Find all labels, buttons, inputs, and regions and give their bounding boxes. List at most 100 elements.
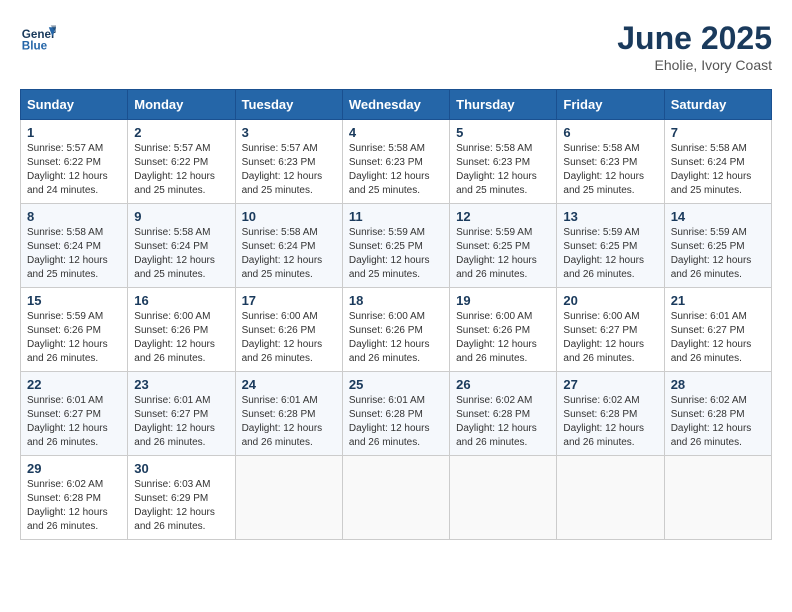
weekday-monday: Monday xyxy=(128,90,235,120)
day-number: 20 xyxy=(563,293,657,308)
calendar-cell xyxy=(342,456,449,540)
day-info: Sunrise: 5:58 AM Sunset: 6:24 PM Dayligh… xyxy=(134,226,228,282)
day-number: 21 xyxy=(671,293,765,308)
logo: General Blue xyxy=(20,20,56,56)
day-number: 25 xyxy=(349,377,443,392)
day-number: 12 xyxy=(456,209,550,224)
calendar-cell: 13 Sunrise: 5:59 AM Sunset: 6:25 PM Dayli… xyxy=(557,204,664,288)
day-number: 4 xyxy=(349,125,443,140)
day-info: Sunrise: 6:02 AM Sunset: 6:28 PM Dayligh… xyxy=(27,478,121,534)
weekday-saturday: Saturday xyxy=(664,90,771,120)
day-info: Sunrise: 6:00 AM Sunset: 6:26 PM Dayligh… xyxy=(349,310,443,366)
calendar-cell: 9Sunrise: 5:58 AM Sunset: 6:24 PM Daylig… xyxy=(128,204,235,288)
day-info: Sunrise: 5:58 AM Sunset: 6:24 PM Dayligh… xyxy=(242,226,336,282)
day-info: Sunrise: 6:00 AM Sunset: 6:26 PM Dayligh… xyxy=(134,310,228,366)
day-info: Sunrise: 5:57 AM Sunset: 6:23 PM Dayligh… xyxy=(242,142,336,198)
month-title: June 2025 xyxy=(617,20,772,57)
day-info: Sunrise: 5:58 AM Sunset: 6:23 PM Dayligh… xyxy=(563,142,657,198)
day-number: 29 xyxy=(27,461,121,476)
day-info: Sunrise: 6:01 AM Sunset: 6:27 PM Dayligh… xyxy=(134,394,228,450)
location: Eholie, Ivory Coast xyxy=(617,57,772,73)
day-number: 11 xyxy=(349,209,443,224)
day-info: Sunrise: 5:59 AM Sunset: 6:25 PM Dayligh… xyxy=(563,226,657,282)
day-info: Sunrise: 6:02 AM Sunset: 6:28 PM Dayligh… xyxy=(671,394,765,450)
calendar-cell: 19 Sunrise: 6:00 AM Sunset: 6:26 PM Dayli… xyxy=(450,288,557,372)
day-info: Sunrise: 5:59 AM Sunset: 6:26 PM Dayligh… xyxy=(27,310,121,366)
calendar-cell: 8Sunrise: 5:58 AM Sunset: 6:24 PM Daylig… xyxy=(21,204,128,288)
day-number: 6 xyxy=(563,125,657,140)
day-info: Sunrise: 6:01 AM Sunset: 6:27 PM Dayligh… xyxy=(27,394,121,450)
calendar-cell: 7Sunrise: 5:58 AM Sunset: 6:24 PM Daylig… xyxy=(664,120,771,204)
day-info: Sunrise: 5:58 AM Sunset: 6:23 PM Dayligh… xyxy=(349,142,443,198)
weekday-wednesday: Wednesday xyxy=(342,90,449,120)
svg-text:Blue: Blue xyxy=(22,40,48,53)
calendar-cell: 27Sunrise: 6:02 AM Sunset: 6:28 PM Dayli… xyxy=(557,372,664,456)
calendar-cell: 4 Sunrise: 5:58 AM Sunset: 6:23 PM Daylig… xyxy=(342,120,449,204)
calendar-cell: 15 Sunrise: 5:59 AM Sunset: 6:26 PM Dayli… xyxy=(21,288,128,372)
calendar-week-2: 8 Sunrise: 5:58 AM Sunset: 6:24 PM Daylig… xyxy=(21,204,772,288)
calendar-cell: 28 Sunrise: 6:02 AM Sunset: 6:28 PM Dayli… xyxy=(664,372,771,456)
day-number: 18 xyxy=(349,293,443,308)
calendar-table: SundayMondayTuesdayWednesdayThursdayFrid… xyxy=(20,89,772,540)
day-info: Sunrise: 5:59 AM Sunset: 6:25 PM Dayligh… xyxy=(349,226,443,282)
day-number: 30 xyxy=(134,461,228,476)
weekday-friday: Friday xyxy=(557,90,664,120)
calendar-cell: 21 Sunrise: 6:01 AM Sunset: 6:27 PM Dayli… xyxy=(664,288,771,372)
calendar-cell xyxy=(450,456,557,540)
calendar-cell: 25Sunrise: 6:01 AM Sunset: 6:28 PM Dayli… xyxy=(342,372,449,456)
day-number: 1 xyxy=(27,125,121,140)
weekday-sunday: Sunday xyxy=(21,90,128,120)
day-number: 8 xyxy=(27,209,121,224)
calendar-cell: 11 Sunrise: 5:59 AM Sunset: 6:25 PM Dayli… xyxy=(342,204,449,288)
day-info: Sunrise: 5:59 AM Sunset: 6:25 PM Dayligh… xyxy=(456,226,550,282)
day-number: 28 xyxy=(671,377,765,392)
calendar-cell xyxy=(557,456,664,540)
day-info: Sunrise: 5:59 AM Sunset: 6:25 PM Dayligh… xyxy=(671,226,765,282)
calendar-week-4: 22 Sunrise: 6:01 AM Sunset: 6:27 PM Dayli… xyxy=(21,372,772,456)
weekday-header-row: SundayMondayTuesdayWednesdayThursdayFrid… xyxy=(21,90,772,120)
calendar-cell: 26 Sunrise: 6:02 AM Sunset: 6:28 PM Dayli… xyxy=(450,372,557,456)
calendar-cell: 3 Sunrise: 5:57 AM Sunset: 6:23 PM Daylig… xyxy=(235,120,342,204)
calendar-cell: 22 Sunrise: 6:01 AM Sunset: 6:27 PM Dayli… xyxy=(21,372,128,456)
calendar-cell: 14 Sunrise: 5:59 AM Sunset: 6:25 PM Dayli… xyxy=(664,204,771,288)
day-number: 17 xyxy=(242,293,336,308)
day-info: Sunrise: 6:00 AM Sunset: 6:27 PM Dayligh… xyxy=(563,310,657,366)
day-info: Sunrise: 5:57 AM Sunset: 6:22 PM Dayligh… xyxy=(134,142,228,198)
calendar-cell: 30Sunrise: 6:03 AM Sunset: 6:29 PM Dayli… xyxy=(128,456,235,540)
calendar-cell: 18 Sunrise: 6:00 AM Sunset: 6:26 PM Dayli… xyxy=(342,288,449,372)
day-info: Sunrise: 6:00 AM Sunset: 6:26 PM Dayligh… xyxy=(456,310,550,366)
calendar-week-5: 29 Sunrise: 6:02 AM Sunset: 6:28 PM Dayli… xyxy=(21,456,772,540)
calendar-cell: 20 Sunrise: 6:00 AM Sunset: 6:27 PM Dayli… xyxy=(557,288,664,372)
calendar-cell: 16Sunrise: 6:00 AM Sunset: 6:26 PM Dayli… xyxy=(128,288,235,372)
calendar-cell: 2 Sunrise: 5:57 AM Sunset: 6:22 PM Daylig… xyxy=(128,120,235,204)
day-info: Sunrise: 6:01 AM Sunset: 6:28 PM Dayligh… xyxy=(242,394,336,450)
calendar-cell xyxy=(664,456,771,540)
weekday-tuesday: Tuesday xyxy=(235,90,342,120)
calendar-cell: 24 Sunrise: 6:01 AM Sunset: 6:28 PM Dayli… xyxy=(235,372,342,456)
calendar-cell: 10 Sunrise: 5:58 AM Sunset: 6:24 PM Dayli… xyxy=(235,204,342,288)
day-info: Sunrise: 5:58 AM Sunset: 6:23 PM Dayligh… xyxy=(456,142,550,198)
calendar-cell: 6 Sunrise: 5:58 AM Sunset: 6:23 PM Daylig… xyxy=(557,120,664,204)
day-number: 19 xyxy=(456,293,550,308)
day-number: 24 xyxy=(242,377,336,392)
day-info: Sunrise: 6:02 AM Sunset: 6:28 PM Dayligh… xyxy=(456,394,550,450)
day-number: 26 xyxy=(456,377,550,392)
day-number: 13 xyxy=(563,209,657,224)
day-info: Sunrise: 6:01 AM Sunset: 6:27 PM Dayligh… xyxy=(671,310,765,366)
day-number: 5 xyxy=(456,125,550,140)
calendar-cell: 29 Sunrise: 6:02 AM Sunset: 6:28 PM Dayli… xyxy=(21,456,128,540)
day-number: 2 xyxy=(134,125,228,140)
logo-icon: General Blue xyxy=(20,20,56,56)
calendar-week-1: 1 Sunrise: 5:57 AM Sunset: 6:22 PM Daylig… xyxy=(21,120,772,204)
calendar-cell: 23 Sunrise: 6:01 AM Sunset: 6:27 PM Dayli… xyxy=(128,372,235,456)
day-number: 23 xyxy=(134,377,228,392)
day-number: 7 xyxy=(671,125,765,140)
day-info: Sunrise: 5:57 AM Sunset: 6:22 PM Dayligh… xyxy=(27,142,121,198)
day-number: 22 xyxy=(27,377,121,392)
day-number: 14 xyxy=(671,209,765,224)
day-number: 15 xyxy=(27,293,121,308)
day-number: 10 xyxy=(242,209,336,224)
calendar-cell: 1 Sunrise: 5:57 AM Sunset: 6:22 PM Daylig… xyxy=(21,120,128,204)
calendar-body: 1 Sunrise: 5:57 AM Sunset: 6:22 PM Daylig… xyxy=(21,120,772,540)
day-number: 3 xyxy=(242,125,336,140)
